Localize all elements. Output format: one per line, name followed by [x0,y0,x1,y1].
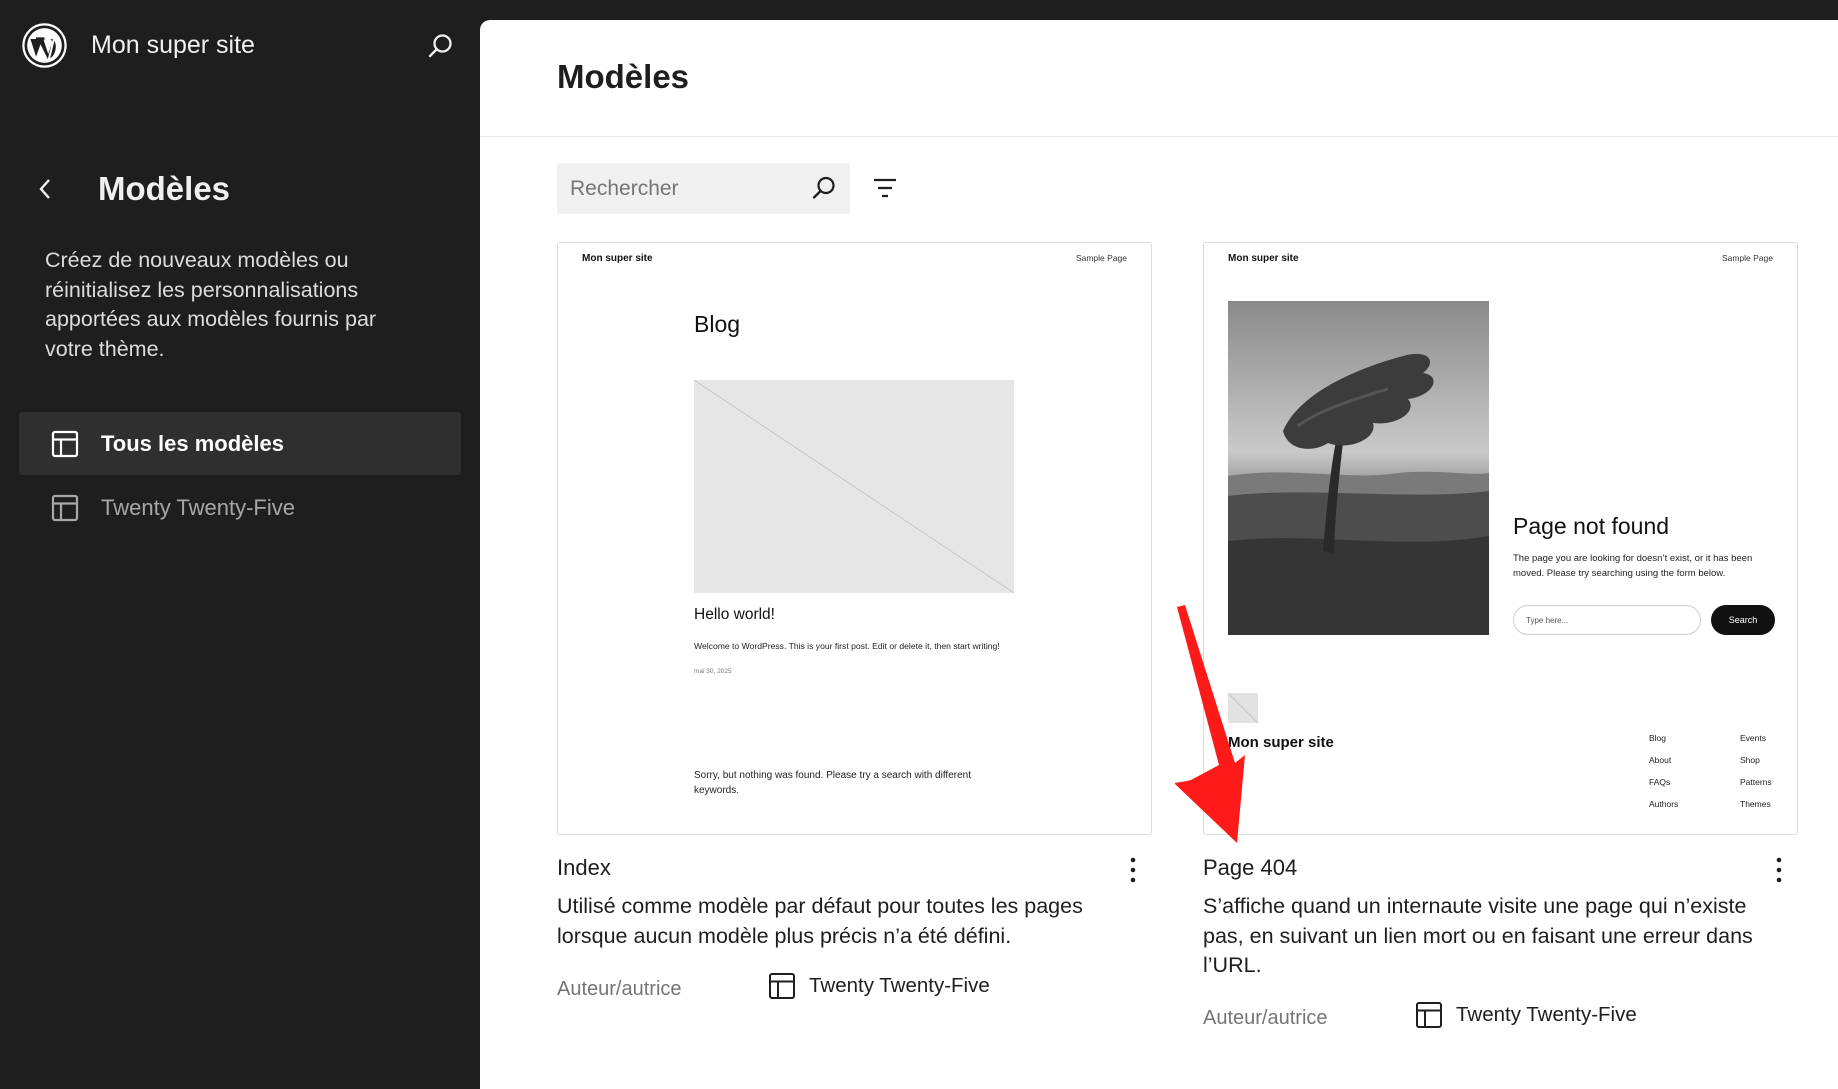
preview-heading: Page not found [1513,513,1670,539]
preview-post-title: Hello world! [694,606,775,623]
layout-icon [1416,1002,1442,1028]
preview-footer-link: FAQs [1649,777,1671,787]
chevron-left-icon[interactable] [34,176,56,202]
search-icon[interactable] [810,174,838,202]
template-title-index[interactable]: Index [557,855,611,881]
preview-no-results: Sorry, but nothing was found. Please try… [694,770,972,796]
site-header: Mon super site [22,22,462,68]
main-header: Modèles [480,20,1838,137]
more-options-icon[interactable] [1773,855,1785,885]
author-label: Auteur/autrice [1203,1007,1328,1029]
preview-nav-link: Sample Page [1721,253,1773,263]
preview-footer-link: Themes [1740,799,1771,809]
preview-footer-link: Patterns [1740,777,1772,787]
template-theme: Twenty Twenty-Five [1415,1001,1637,1029]
sidebar-item-label: Tous les modèles [101,430,284,456]
theme-name: Twenty Twenty-Five [1456,1003,1637,1026]
theme-name: Twenty Twenty-Five [809,974,990,997]
preview-site-title: Mon super site [1228,253,1299,264]
page-title: Modèles [557,58,690,95]
preview-message: The page you are looking for doesn’t exi… [1513,553,1753,579]
filter-icon[interactable] [870,173,900,203]
preview-footer-link: Blog [1649,733,1667,743]
sidebar-item-twenty-twenty-five[interactable]: Twenty Twenty-Five [19,476,461,539]
preview-search-input: Type here... [1513,605,1701,635]
preview-post-excerpt: Welcome to WordPress. This is your first… [694,641,1000,651]
preview-nav-link: Sample Page [1075,253,1127,263]
main-content: Modèles Mon super site Sample Page Blog … [480,20,1838,1089]
template-description-index: Utilisé comme modèle par défaut pour tou… [557,894,1083,948]
preview-search-placeholder: Type here... [1526,616,1569,625]
sidebar-item-all-templates[interactable]: Tous les modèles [19,412,461,475]
preview-footer-link: Authors [1649,799,1679,809]
sidebar-section-title: Modèles [98,170,231,207]
search-input[interactable] [570,176,800,201]
template-preview-index[interactable]: Mon super site Sample Page Blog Hello wo… [557,242,1152,835]
layout-icon [51,494,79,521]
sidebar-description: Créez de nouveaux modèles ou réinitialis… [45,248,377,361]
layout-icon [769,973,795,999]
template-preview-404[interactable]: Mon super site Sample Page Page not foun… [1203,242,1798,835]
search-field [557,163,850,214]
preview-footer-link: Events [1740,733,1766,743]
author-label: Auteur/autrice [557,978,682,1000]
preview-footer-link: Shop [1740,755,1760,765]
annotation-arrow-icon [1175,605,1245,843]
preview-footer-link: About [1649,755,1672,765]
tree-photo [1228,301,1489,635]
template-description-404: S’affiche quand un internaute visite une… [1203,894,1753,977]
site-title[interactable]: Mon super site [91,31,255,60]
wordpress-logo-icon[interactable] [22,22,67,68]
preview-post-date: mai 30, 2025 [694,668,732,675]
sidebar-item-label: Twenty Twenty-Five [101,494,295,520]
preview-search-button: Search [1711,605,1775,635]
preview-heading: Blog [694,311,741,337]
preview-site-title: Mon super site [582,253,653,264]
template-theme: Twenty Twenty-Five [768,972,990,1000]
sidebar: Mon super site Modèles Créez de nouveaux… [0,0,480,1089]
search-icon[interactable] [424,30,456,62]
layout-icon [51,430,79,457]
back-navigation: Modèles [34,170,230,208]
image-placeholder [694,380,1014,593]
template-title-404[interactable]: Page 404 [1203,855,1297,881]
more-options-icon[interactable] [1127,855,1139,885]
